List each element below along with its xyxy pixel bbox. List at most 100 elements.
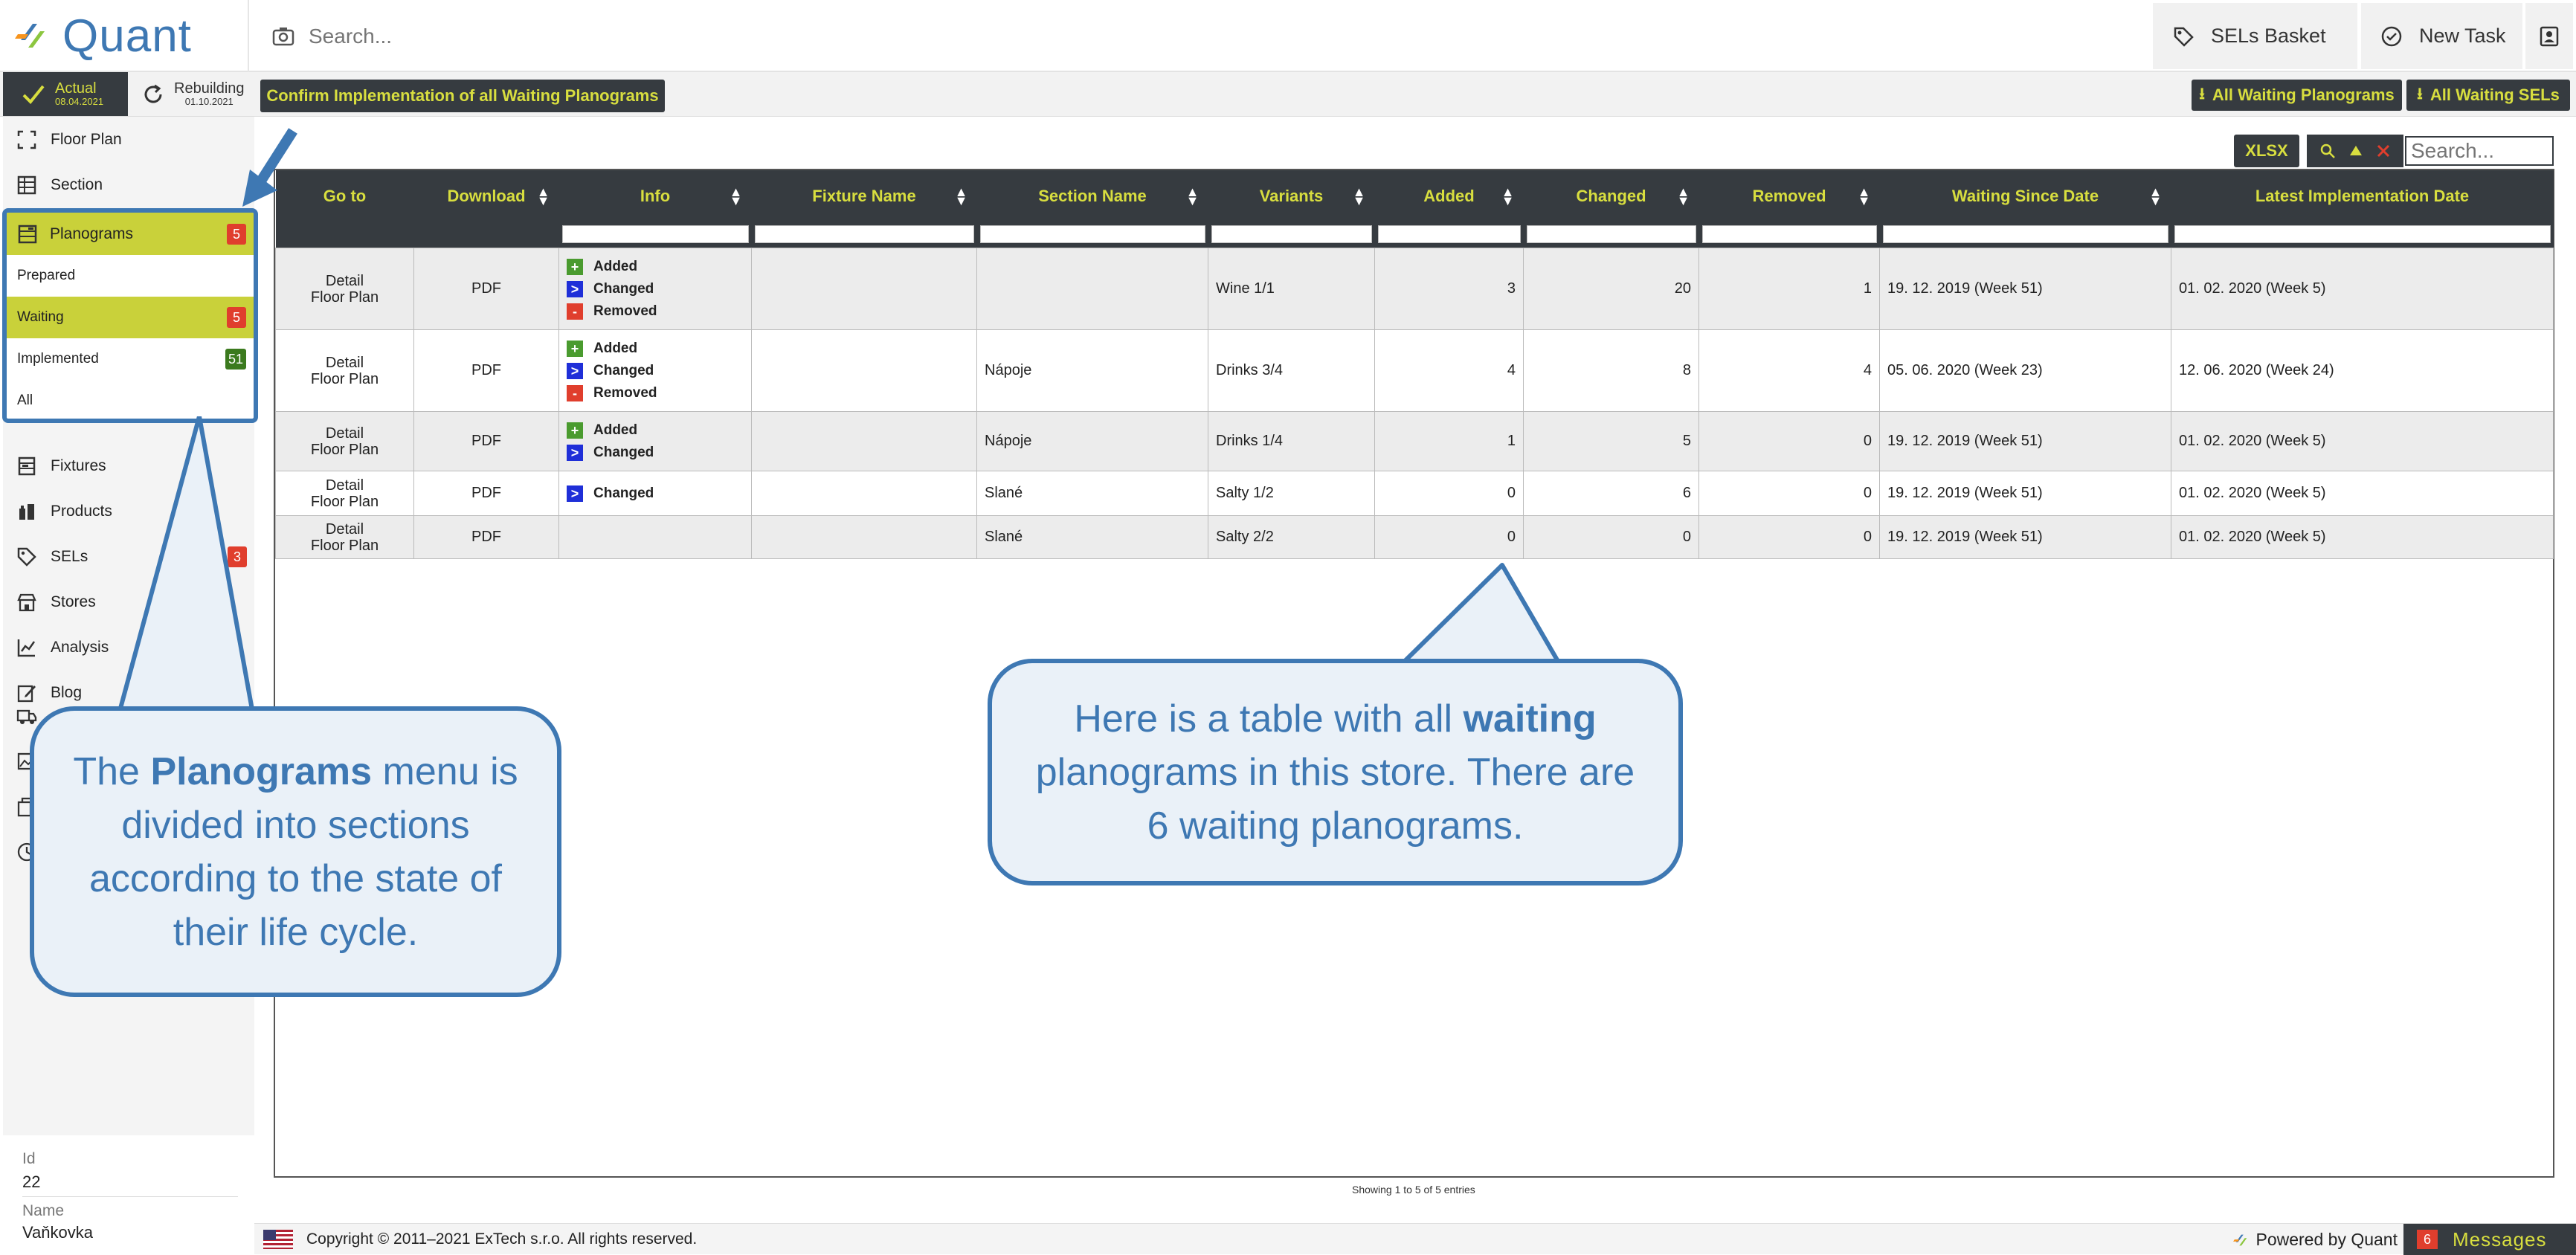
goto-cell[interactable]: Detail Floor Plan <box>275 515 414 559</box>
minus-icon: - <box>567 303 583 320</box>
filter-removed[interactable] <box>1698 222 1880 248</box>
chart-line-icon <box>17 639 36 656</box>
floor-plan-link[interactable]: Floor Plan <box>311 289 379 306</box>
floor-plan-icon <box>17 130 36 149</box>
column-header-info[interactable]: Info ▲ ▼ <box>558 170 752 222</box>
column-header-latest-implementation[interactable]: Latest Implementation Date <box>2171 170 2554 222</box>
arrow-up-icon[interactable] <box>2348 143 2364 159</box>
close-icon[interactable] <box>2375 143 2392 159</box>
download-cell[interactable]: PDF <box>413 471 559 516</box>
new-task-button[interactable]: New Task <box>2361 3 2522 69</box>
global-search-input[interactable] <box>309 24 680 48</box>
table-search-input[interactable] <box>2405 136 2554 166</box>
floor-plan-link[interactable]: Floor Plan <box>311 494 379 510</box>
filter-variants[interactable] <box>1208 222 1375 248</box>
pdf-download-link[interactable]: PDF <box>471 433 501 449</box>
sels-basket-label: SELs Basket <box>2211 25 2326 47</box>
user-profile-button[interactable] <box>2525 3 2573 69</box>
actual-state-button[interactable]: Actual 08.04.2021 <box>3 72 128 116</box>
sidebar-item-planograms[interactable]: Planograms 5 <box>7 213 254 255</box>
confirm-implementation-button[interactable]: Confirm Implementation of all Waiting Pl… <box>260 80 665 112</box>
download-cell[interactable]: PDF <box>413 329 559 412</box>
rebuilding-state-button[interactable]: Rebuilding 01.10.2021 <box>131 72 248 116</box>
export-xlsx-button[interactable]: XLSX <box>2234 135 2299 167</box>
store-name-label: Name <box>22 1202 65 1219</box>
changed-cell: 20 <box>1523 248 1699 330</box>
added-cell: 3 <box>1374 248 1524 330</box>
filter-fixture-name[interactable] <box>751 222 977 248</box>
pdf-download-link[interactable]: PDF <box>471 362 501 378</box>
camera-icon[interactable] <box>271 25 295 48</box>
all-waiting-sels-button[interactable]: ⭳ All Waiting SELs <box>2406 80 2570 111</box>
info-changed: > Changed <box>567 278 744 300</box>
sidebar-item-label: Products <box>51 502 112 520</box>
removed-cell: 1 <box>1698 248 1880 330</box>
planogram-state-prepared[interactable]: Prepared <box>7 255 254 297</box>
all-waiting-sels-label: All Waiting SELs <box>2430 86 2560 104</box>
floor-plan-link[interactable]: Floor Plan <box>311 371 379 387</box>
quant-logo-icon <box>15 24 45 48</box>
pdf-download-link[interactable]: PDF <box>471 280 501 297</box>
sort-icon[interactable]: ▲ ▼ <box>1353 185 1366 207</box>
section-name-cell: Nápoje <box>976 411 1208 471</box>
filter-info[interactable] <box>558 222 752 248</box>
messages-button[interactable]: 6 Messages <box>2403 1224 2576 1255</box>
latest-implementation-cell: 01. 02. 2020 (Week 5) <box>2171 471 2554 516</box>
callout-pointer-left <box>117 416 255 716</box>
column-header-added[interactable]: Added ▲ ▼ <box>1374 170 1524 222</box>
sort-icon[interactable]: ▲ ▼ <box>730 185 743 207</box>
floor-plan-link[interactable]: Floor Plan <box>311 442 379 458</box>
filter-added[interactable] <box>1374 222 1524 248</box>
sidebar-item-label: Section <box>51 175 103 193</box>
sort-icon[interactable]: ▲ ▼ <box>1186 185 1200 207</box>
download-cell[interactable]: PDF <box>413 248 559 330</box>
detail-link[interactable]: Detail <box>326 521 364 538</box>
us-flag-icon[interactable] <box>263 1230 293 1249</box>
goto-cell[interactable]: Detail Floor Plan <box>275 329 414 412</box>
filter-section-name[interactable] <box>976 222 1208 248</box>
state-label: Prepared <box>17 268 76 283</box>
sort-icon[interactable]: ▲ ▼ <box>2149 185 2163 207</box>
column-header-removed[interactable]: Removed ▲ ▼ <box>1698 170 1880 222</box>
pdf-download-link[interactable]: PDF <box>471 485 501 501</box>
filter-waiting-since[interactable] <box>1879 222 2171 248</box>
column-header-waiting-since[interactable]: Waiting Since Date ▲ ▼ <box>1879 170 2171 222</box>
filter-latest-implementation[interactable] <box>2171 222 2554 248</box>
download-cell[interactable]: PDF <box>413 515 559 559</box>
detail-link[interactable]: Detail <box>326 273 364 289</box>
goto-cell[interactable]: Detail Floor Plan <box>275 471 414 516</box>
sidebar-item-floor-plan[interactable]: Floor Plan <box>3 117 254 162</box>
floor-plan-link[interactable]: Floor Plan <box>311 538 379 554</box>
sort-icon[interactable]: ▲ ▼ <box>955 185 968 207</box>
detail-link[interactable]: Detail <box>326 425 364 442</box>
pdf-download-link[interactable]: PDF <box>471 529 501 545</box>
table-row: Detail Floor Plan PDF + Added > Changed - Remove… <box>275 329 2554 412</box>
search-icon[interactable] <box>2319 142 2337 160</box>
planogram-state-waiting[interactable]: Waiting 5 <box>7 297 254 338</box>
sort-icon[interactable]: ▲ ▼ <box>1858 185 1871 207</box>
sort-icon[interactable]: ▲ ▼ <box>1501 185 1515 207</box>
plus-icon: + <box>567 422 583 439</box>
sort-icon[interactable]: ▲ ▼ <box>1677 185 1690 207</box>
sort-icon[interactable]: ▲ ▼ <box>537 185 550 207</box>
column-header-changed[interactable]: Changed ▲ ▼ <box>1523 170 1699 222</box>
truck-icon[interactable] <box>16 706 37 726</box>
all-waiting-planograms-button[interactable]: ⭳ All Waiting Planograms <box>2192 80 2402 111</box>
detail-link[interactable]: Detail <box>326 477 364 494</box>
app-logo[interactable]: Quant <box>15 10 192 62</box>
column-header-fixture-name[interactable]: Fixture Name ▲ ▼ <box>751 170 977 222</box>
detail-link[interactable]: Detail <box>326 355 364 371</box>
powered-by[interactable]: Powered by Quant <box>2233 1230 2398 1250</box>
goto-cell[interactable]: Detail Floor Plan <box>275 411 414 471</box>
products-icon <box>19 503 34 520</box>
planogram-state-all[interactable]: All <box>7 380 254 419</box>
download-cell[interactable]: PDF <box>413 411 559 471</box>
filter-changed[interactable] <box>1523 222 1699 248</box>
planogram-state-implemented[interactable]: Implemented 51 <box>7 338 254 380</box>
sidebar-item-section[interactable]: Section <box>3 162 254 207</box>
messages-label: Messages <box>2453 1227 2547 1251</box>
sels-basket-button[interactable]: SELs Basket <box>2153 3 2357 69</box>
goto-cell[interactable]: Detail Floor Plan <box>275 248 414 330</box>
column-header-section-name[interactable]: Section Name ▲ ▼ <box>976 170 1208 222</box>
column-header-variants[interactable]: Variants ▲ ▼ <box>1208 170 1375 222</box>
